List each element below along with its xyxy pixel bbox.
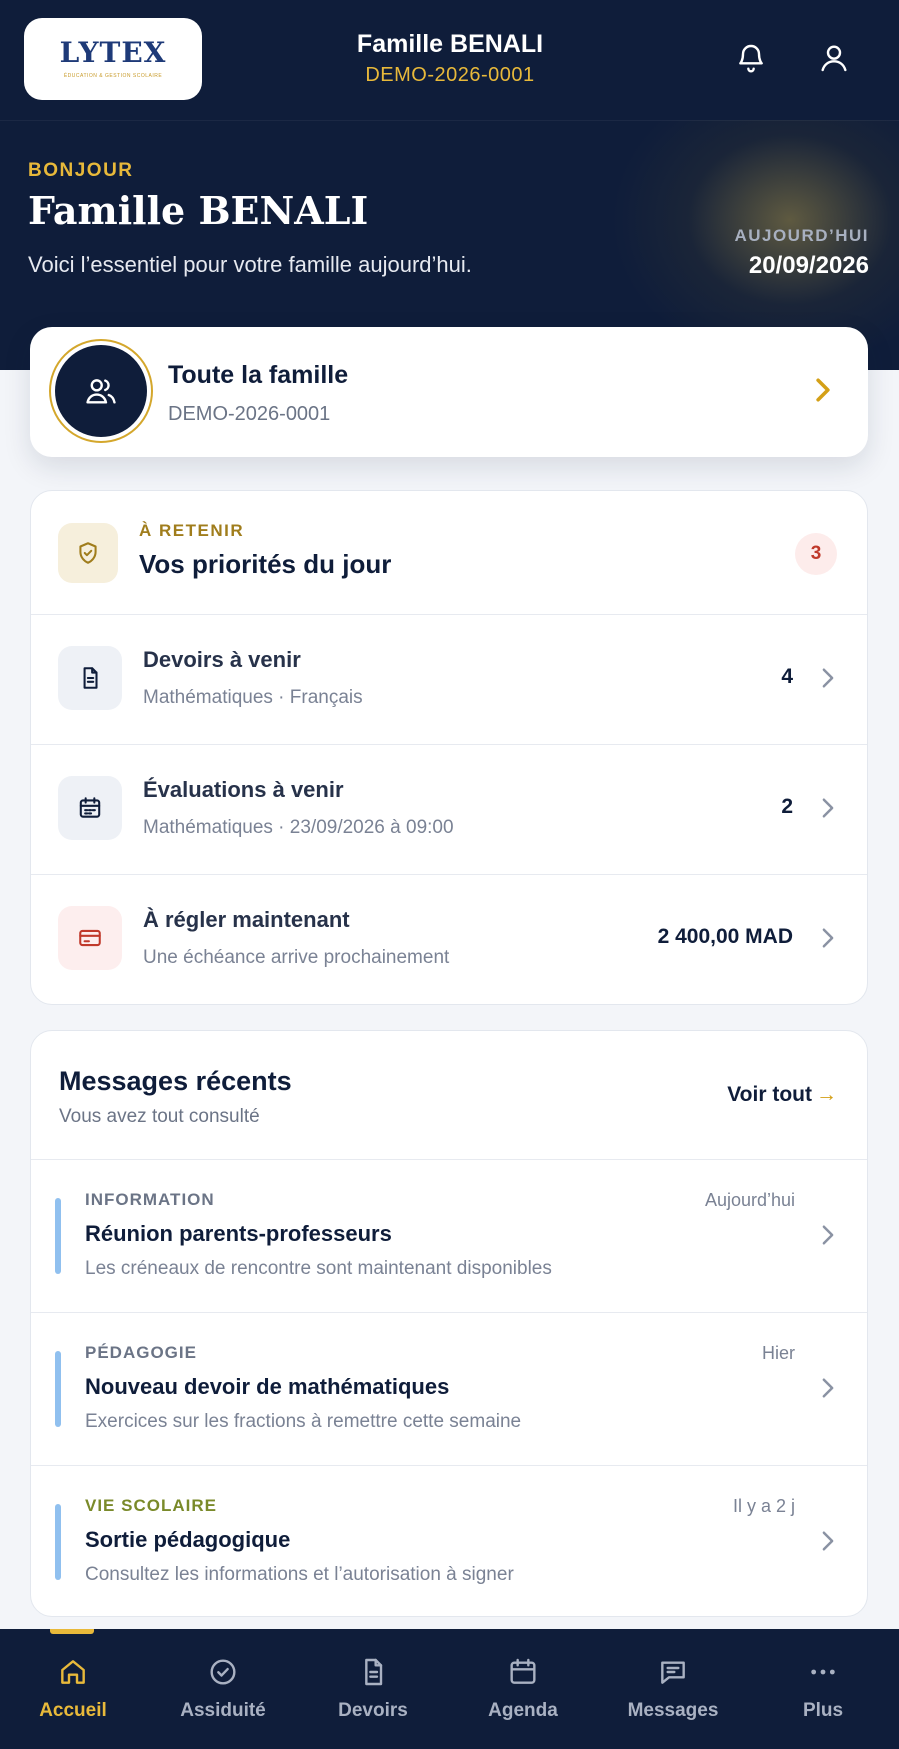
- recent-messages-card: Messages récents Vous avez tout consulté…: [30, 1030, 868, 1617]
- chevron-right-icon: [822, 1225, 834, 1245]
- logo-wordmark: LYTEX: [59, 36, 167, 69]
- priority-row-value: 2 400,00 MAD: [657, 925, 793, 948]
- message-description: Consultez les informations et l’autorisa…: [85, 1564, 514, 1585]
- priority-row-evaluations[interactable]: Évaluations à venir Mathématiques · 23/0…: [31, 745, 867, 875]
- credit-card-icon: [79, 929, 101, 947]
- tab-label: Messages: [627, 1700, 719, 1721]
- priorities-eyebrow: À RETENIR: [139, 521, 245, 540]
- message-accent-bar: [55, 1198, 61, 1274]
- message-row[interactable]: VIE SCOLAIRE Il y a 2 j Sortie pédagogiq…: [31, 1466, 867, 1616]
- priority-row-homework[interactable]: Devoirs à venir Mathématiques · Français…: [31, 615, 867, 745]
- tab-agenda[interactable]: Agenda: [448, 1629, 598, 1749]
- priorities-count-badge: 3: [795, 533, 837, 575]
- message-title: Nouveau devoir de mathématiques: [85, 1374, 450, 1399]
- header-family-name: Famille BENALI: [356, 30, 544, 58]
- priorities-card: À RETENIR Vos priorités du jour 3 Devoir…: [30, 490, 868, 1005]
- chat-icon: [661, 1661, 685, 1684]
- row-icon-box: [58, 906, 122, 970]
- priority-row-title: Évaluations à venir: [143, 777, 344, 802]
- shield-check-icon: [79, 542, 97, 564]
- calendar-icon: [510, 1658, 536, 1684]
- tab-assiduite[interactable]: Assiduité: [148, 1629, 298, 1749]
- document-icon: [365, 1658, 383, 1686]
- message-category: VIE SCOLAIRE: [85, 1496, 217, 1515]
- chevron-right-icon: [822, 928, 834, 948]
- chevron-right-icon: [822, 1531, 834, 1551]
- message-time: Aujourd’hui: [704, 1190, 795, 1210]
- priority-row-value: 4: [781, 665, 793, 688]
- greeting-name: Famille BENALI: [28, 188, 369, 233]
- chevron-right-icon: [822, 668, 834, 688]
- priority-row-payment[interactable]: À régler maintenant Une échéance arrive …: [31, 875, 867, 1004]
- family-avatar: [49, 339, 153, 443]
- messages-title: Messages récents: [59, 1066, 292, 1096]
- row-icon-box: [58, 776, 122, 840]
- priority-row-title: Devoirs à venir: [143, 647, 301, 672]
- see-all-link[interactable]: Voir tout →: [727, 1083, 837, 1107]
- message-row[interactable]: INFORMATION Aujourd’hui Réunion parents-…: [31, 1160, 867, 1313]
- family-card-title: Toute la famille: [168, 361, 349, 389]
- chevron-right-icon: [816, 378, 830, 402]
- message-title: Réunion parents-professeurs: [85, 1221, 392, 1246]
- tab-accueil[interactable]: Accueil: [0, 1629, 148, 1749]
- more-icon: [811, 1669, 835, 1675]
- priorities-header: À RETENIR Vos priorités du jour 3: [31, 491, 867, 615]
- home-icon: [61, 1660, 85, 1684]
- today-label: AUJOURD’HUI: [734, 226, 869, 245]
- message-description: Les créneaux de rencontre sont maintenan…: [85, 1258, 552, 1279]
- tab-label: Accueil: [39, 1700, 107, 1721]
- tab-plus[interactable]: Plus: [748, 1629, 898, 1749]
- today-date: 20/09/2026: [748, 252, 869, 279]
- message-row[interactable]: PÉDAGOGIE Hier Nouveau devoir de mathéma…: [31, 1313, 867, 1466]
- tab-devoirs[interactable]: Devoirs: [298, 1629, 448, 1749]
- tab-label: Plus: [802, 1700, 844, 1721]
- priority-row-subtitle: Mathématiques · Français: [143, 687, 363, 708]
- shield-icon-box: [58, 523, 118, 583]
- family-selector-card[interactable]: Toute la famille DEMO-2026-0001: [30, 327, 868, 457]
- chevron-right-icon: [822, 1378, 834, 1398]
- tab-label: Devoirs: [338, 1700, 408, 1721]
- tab-label: Assiduité: [180, 1700, 266, 1721]
- messages-subtitle: Vous avez tout consulté: [59, 1106, 260, 1127]
- school-logo[interactable]: LYTEX ÉDUCATION & GESTION SCOLAIRE: [24, 18, 202, 100]
- document-icon: [83, 667, 98, 689]
- arrow-right-icon: →: [816, 1083, 837, 1106]
- user-profile-icon[interactable]: [818, 42, 850, 74]
- family-card-code: DEMO-2026-0001: [168, 403, 331, 425]
- logo-tagline: ÉDUCATION & GESTION SCOLAIRE: [63, 73, 163, 79]
- message-time: Il y a 2 j: [732, 1496, 795, 1516]
- users-icon: [86, 379, 116, 404]
- message-description: Exercices sur les fractions à remettre c…: [85, 1411, 522, 1432]
- messages-header: Messages récents Vous avez tout consulté…: [31, 1031, 867, 1160]
- priority-row-title: À régler maintenant: [143, 907, 350, 932]
- priorities-title: Vos priorités du jour: [139, 549, 392, 579]
- message-category: PÉDAGOGIE: [85, 1343, 197, 1362]
- tab-label: Agenda: [488, 1700, 558, 1721]
- priority-row-subtitle: Une échéance arrive prochainement: [143, 947, 450, 968]
- calendar-icon: [79, 797, 101, 818]
- chevron-right-icon: [822, 798, 834, 818]
- bell-icon[interactable]: [735, 42, 767, 74]
- bottom-tab-bar: Accueil Assiduité Devoirs Agenda Message…: [0, 1629, 899, 1749]
- message-time: Hier: [761, 1343, 795, 1363]
- priority-row-subtitle: Mathématiques · 23/09/2026 à 09:00: [143, 817, 454, 838]
- message-accent-bar: [55, 1351, 61, 1427]
- check-circle-icon: [210, 1659, 236, 1685]
- message-title: Sortie pédagogique: [85, 1527, 291, 1552]
- greeting-subtitle: Voici l’essentiel pour votre famille auj…: [28, 252, 472, 277]
- row-icon-box: [58, 646, 122, 710]
- header-divider: [0, 120, 899, 121]
- tab-messages[interactable]: Messages: [598, 1629, 748, 1749]
- header-family-code: DEMO-2026-0001: [365, 64, 535, 86]
- message-accent-bar: [55, 1504, 61, 1580]
- greeting-label: BONJOUR: [28, 160, 134, 181]
- priority-row-value: 2: [781, 795, 793, 818]
- message-category: INFORMATION: [85, 1190, 215, 1209]
